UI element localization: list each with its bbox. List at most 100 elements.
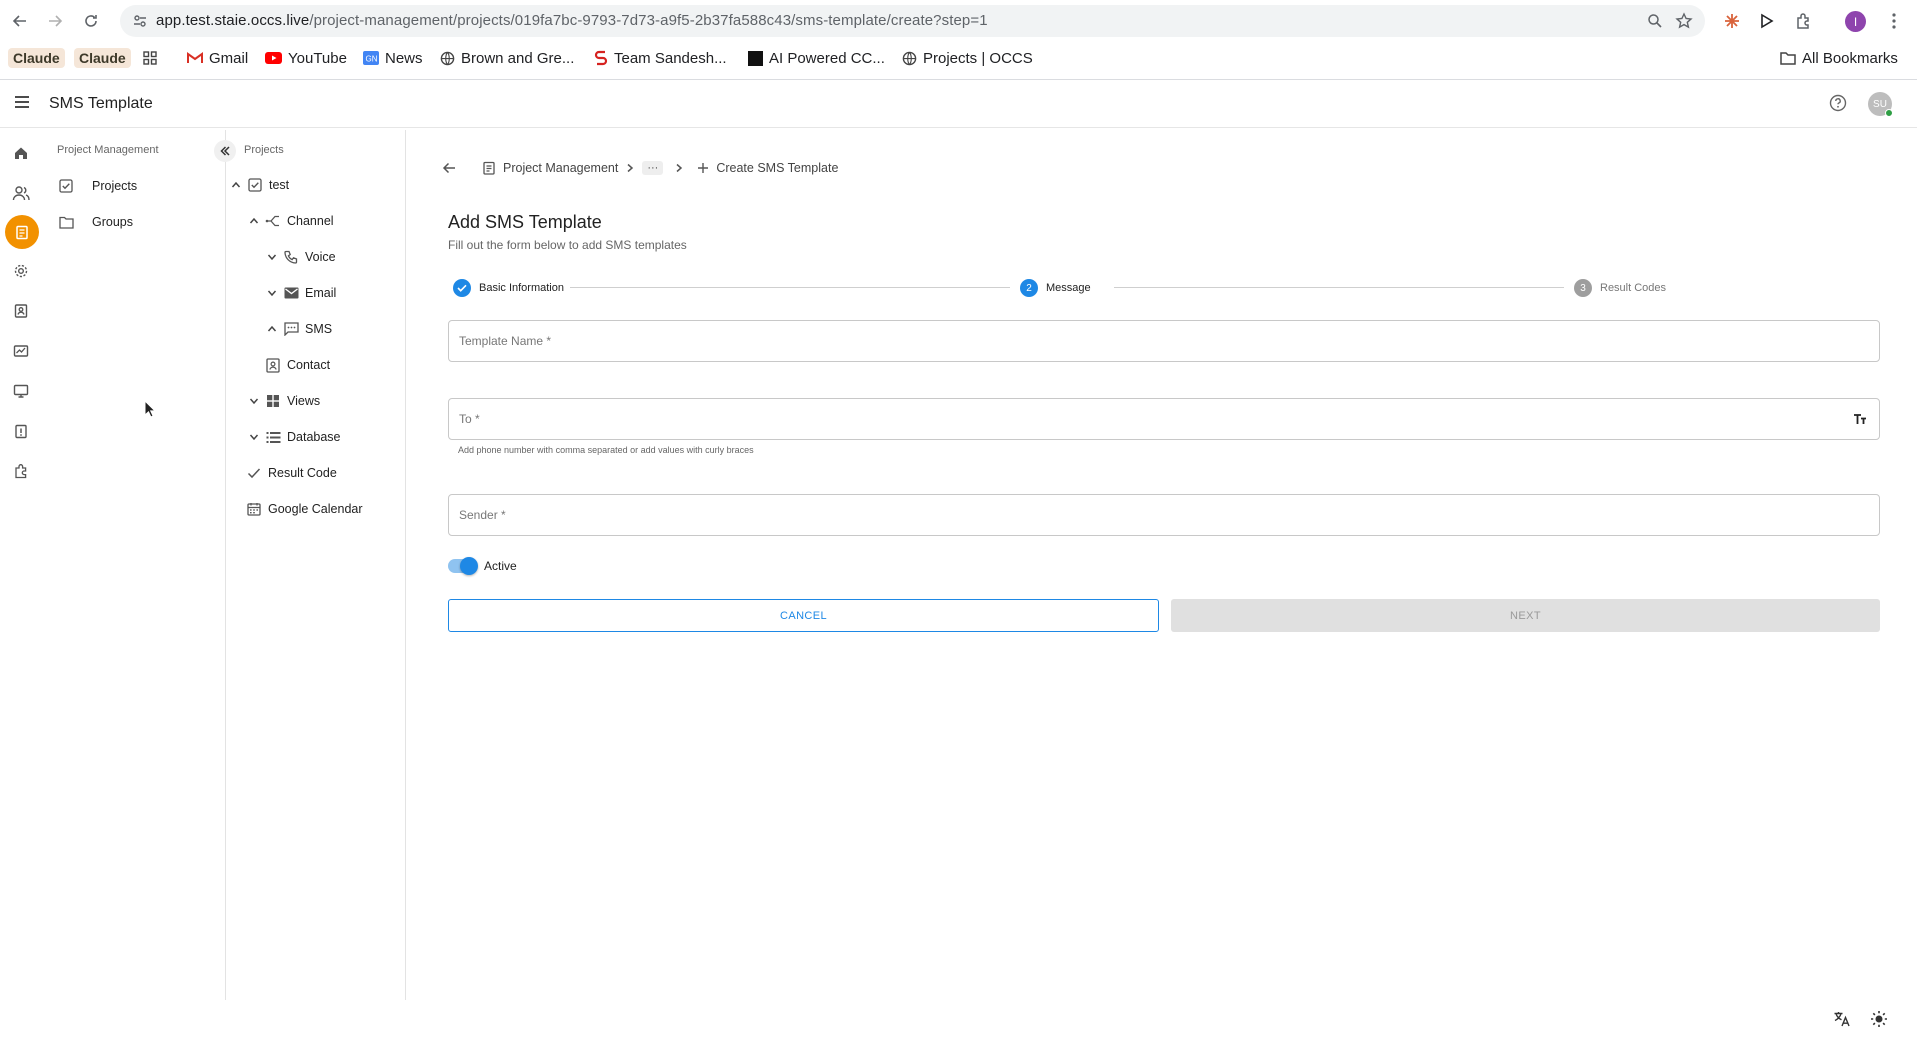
project-management-icon[interactable]	[5, 215, 39, 249]
back-arrow-icon[interactable]	[442, 161, 456, 175]
claude-extension-icon[interactable]	[1721, 10, 1743, 32]
cancel-button[interactable]: CANCEL	[448, 599, 1159, 632]
youtube-icon	[265, 52, 282, 64]
integrations-puzzle-icon[interactable]	[8, 458, 34, 484]
users-icon[interactable]	[8, 180, 34, 206]
bookmark-projects-occs[interactable]: Projects | OCCS	[902, 45, 1033, 71]
bookmark-brown-and-gre[interactable]: Brown and Gre...	[440, 45, 574, 71]
collapse-panel-icon[interactable]	[214, 140, 236, 162]
bookmark-ai-powered-cc[interactable]: AI Powered CC...	[748, 45, 885, 71]
chevron-down-icon[interactable]	[265, 286, 279, 300]
folder-icon	[58, 214, 74, 230]
bookmark-team-sandesh[interactable]: Team Sandesh...	[594, 45, 727, 71]
form-subtitle: Fill out the form below to add SMS templ…	[448, 238, 687, 252]
tree-item-views[interactable]: Views	[247, 390, 320, 412]
plus-icon	[697, 162, 709, 174]
bookmark-claude-1[interactable]: Claude	[8, 45, 65, 71]
tree-item-label: Database	[287, 430, 341, 444]
calendar-icon	[246, 501, 262, 517]
text-format-icon[interactable]	[1853, 412, 1867, 426]
step-basic-information[interactable]: Basic Information	[453, 278, 564, 298]
bookmark-label: Gmail	[209, 49, 249, 67]
translate-icon[interactable]	[1833, 1010, 1851, 1028]
bookmark-label: Brown and Gre...	[461, 49, 575, 67]
tree-item-label: Email	[305, 286, 337, 300]
clipboard-icon	[482, 161, 496, 175]
bookmark-claude-2[interactable]: Claude	[74, 45, 131, 71]
back-icon[interactable]	[8, 9, 32, 33]
bookmark-news[interactable]: GN News	[363, 45, 423, 71]
breadcrumb-project-management[interactable]: Project Management	[482, 161, 618, 175]
zoom-icon[interactable]	[1647, 13, 1663, 29]
address-bar[interactable]: app.test.staie.occs.live/project-managem…	[120, 5, 1705, 37]
url-text: app.test.staie.occs.live/project-managem…	[156, 5, 988, 37]
tree-item-voice[interactable]: Voice	[265, 246, 336, 268]
settings-gear-icon[interactable]	[8, 258, 34, 284]
next-button[interactable]: NEXT	[1171, 599, 1880, 632]
chevron-down-icon[interactable]	[247, 430, 261, 444]
theme-sun-icon[interactable]	[1870, 1010, 1888, 1028]
bookmark-gmail[interactable]: Gmail	[187, 45, 248, 71]
monitoring-chart-icon[interactable]	[8, 338, 34, 364]
sender-input[interactable]	[449, 495, 1879, 535]
tree-item-sms[interactable]: SMS	[265, 318, 332, 340]
clipboard-alert-icon[interactable]	[8, 418, 34, 444]
step-number: 3	[1574, 279, 1592, 297]
chevron-down-icon[interactable]	[265, 250, 279, 264]
chevron-up-icon[interactable]	[229, 178, 243, 192]
profile-avatar[interactable]: I	[1845, 11, 1866, 32]
bookmark-star-icon[interactable]	[1675, 12, 1693, 30]
step-message[interactable]: 2 Message	[1020, 278, 1091, 298]
tree-item-result-code[interactable]: Result Code	[246, 462, 337, 484]
send-extension-icon[interactable]	[1756, 10, 1778, 32]
forward-icon[interactable]	[43, 9, 67, 33]
bookmark-apps[interactable]	[142, 45, 158, 71]
bookmark-label: Claude	[8, 48, 65, 68]
active-toggle[interactable]	[448, 557, 478, 575]
tree-item-contact[interactable]: Contact	[265, 354, 330, 376]
nav-item-groups[interactable]: Groups	[58, 210, 133, 234]
sender-field[interactable]	[448, 494, 1880, 536]
tree-item-test[interactable]: test	[229, 174, 289, 196]
stepper: Basic Information 2 Message 3 Result Cod…	[448, 278, 1880, 298]
to-helper-text: Add phone number with comma separated or…	[458, 445, 754, 455]
tree-item-email[interactable]: Email	[265, 282, 336, 304]
to-field[interactable]	[448, 398, 1880, 440]
checkbox-icon	[58, 178, 74, 194]
browser-menu-icon[interactable]	[1883, 10, 1905, 32]
chevron-up-icon[interactable]	[247, 214, 261, 228]
to-input[interactable]	[449, 399, 1879, 439]
breadcrumb-ellipsis[interactable]: ···	[642, 161, 664, 175]
icon-rail	[0, 130, 42, 1000]
check-circle-icon	[453, 279, 471, 297]
step-label: Basic Information	[479, 282, 564, 294]
tree-item-google-calendar[interactable]: Google Calendar	[246, 498, 363, 520]
all-bookmarks[interactable]: All Bookmarks	[1780, 45, 1898, 71]
home-icon[interactable]	[8, 140, 34, 166]
nav-item-label: Projects	[92, 179, 138, 193]
bookmark-youtube[interactable]: YouTube	[265, 45, 347, 71]
hamburger-menu-icon[interactable]	[12, 92, 32, 112]
tree-item-channel[interactable]: Channel	[247, 210, 334, 232]
template-name-input[interactable]	[449, 321, 1879, 361]
tree-item-database[interactable]: Database	[247, 426, 341, 448]
contacts-book-icon[interactable]	[8, 298, 34, 324]
template-name-field[interactable]	[448, 320, 1880, 362]
active-toggle-row: Active	[448, 556, 517, 576]
site-settings-icon[interactable]	[132, 13, 148, 29]
tree-item-label: Voice	[305, 250, 336, 264]
sandesh-icon	[594, 50, 608, 66]
projects-tree-panel: Projects test Channel Voice Email SMS Co…	[226, 130, 406, 1000]
nav-item-projects[interactable]: Projects	[58, 174, 137, 198]
help-icon[interactable]	[1829, 94, 1847, 112]
channel-icon	[265, 213, 281, 229]
globe-icon	[902, 51, 917, 66]
user-avatar[interactable]: SU	[1868, 92, 1893, 117]
step-result-codes[interactable]: 3 Result Codes	[1574, 278, 1666, 298]
chevron-up-icon[interactable]	[265, 322, 279, 336]
reload-icon[interactable]	[79, 9, 103, 33]
extensions-puzzle-icon[interactable]	[1793, 10, 1815, 32]
chevron-down-icon[interactable]	[247, 394, 261, 408]
monitor-icon[interactable]	[8, 378, 34, 404]
browser-toolbar: app.test.staie.occs.live/project-managem…	[0, 0, 1917, 42]
